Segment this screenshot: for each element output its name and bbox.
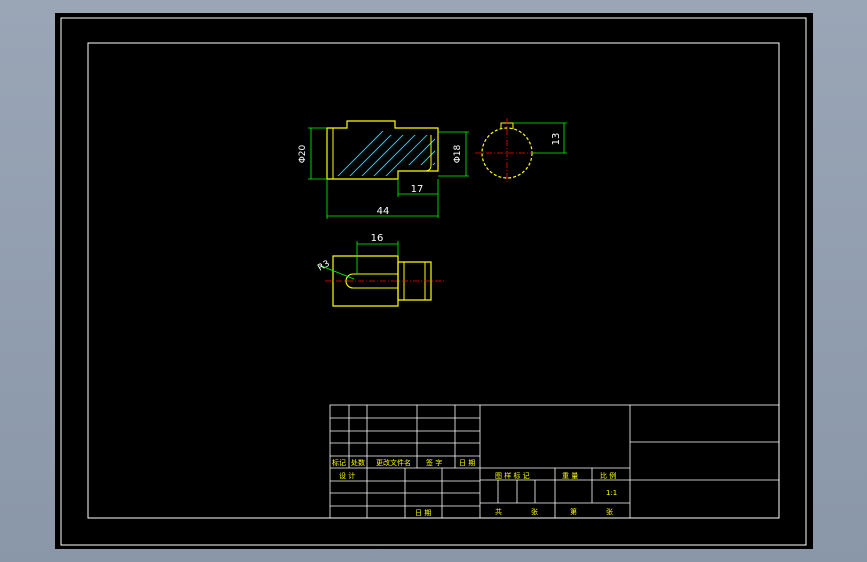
title-block-labels: 标记 处数 更改文件名 签 字 日 期 设 计 日 期 图 样 标 记 重 量 … xyxy=(332,458,617,517)
tb-mark: 标记 xyxy=(332,458,346,467)
tb-design: 设 计 xyxy=(339,471,355,480)
cad-canvas: Φ20 Φ18 17 44 13 16 R3 标记 处数 更改文件名 签 字 日… xyxy=(60,17,807,546)
dim-diameter-18: Φ18 xyxy=(453,144,463,163)
tb-scale-value: 1:1 xyxy=(606,489,617,497)
dim-length-44: 44 xyxy=(377,206,390,217)
drawing-sheet: Φ20 Φ18 17 44 13 16 R3 标记 处数 更改文件名 签 字 日… xyxy=(55,13,813,549)
tb-total: 共 xyxy=(495,507,502,516)
dim-diameter-20: Φ20 xyxy=(298,144,308,163)
tb-count: 处数 xyxy=(351,458,365,467)
dimensions-lower xyxy=(318,241,399,280)
tb-date2: 日 期 xyxy=(415,509,431,517)
lower-top-view xyxy=(325,255,445,307)
dim-length-17: 17 xyxy=(411,184,424,195)
inner-frame xyxy=(87,42,780,519)
tb-scale: 比 例 xyxy=(600,471,616,480)
tb-sheet2: 张 xyxy=(606,507,613,516)
tb-weight: 重 量 xyxy=(562,472,578,480)
tb-sheet: 张 xyxy=(531,507,538,516)
section-hatch xyxy=(333,131,435,176)
dim-radius-r3: R3 xyxy=(316,259,331,274)
keyway-section-view xyxy=(475,118,539,183)
tb-stage: 图 样 标 记 xyxy=(495,471,530,480)
tb-docno: 更改文件名 xyxy=(376,458,411,467)
dim-keyway-13: 13 xyxy=(551,133,562,146)
tb-sign: 签 字 xyxy=(426,458,442,467)
tb-no: 第 xyxy=(570,507,577,516)
shaft-fillet xyxy=(424,164,432,172)
tb-date: 日 期 xyxy=(459,459,475,467)
shaft-section-view xyxy=(326,120,439,180)
dim-length-16: 16 xyxy=(371,233,384,244)
